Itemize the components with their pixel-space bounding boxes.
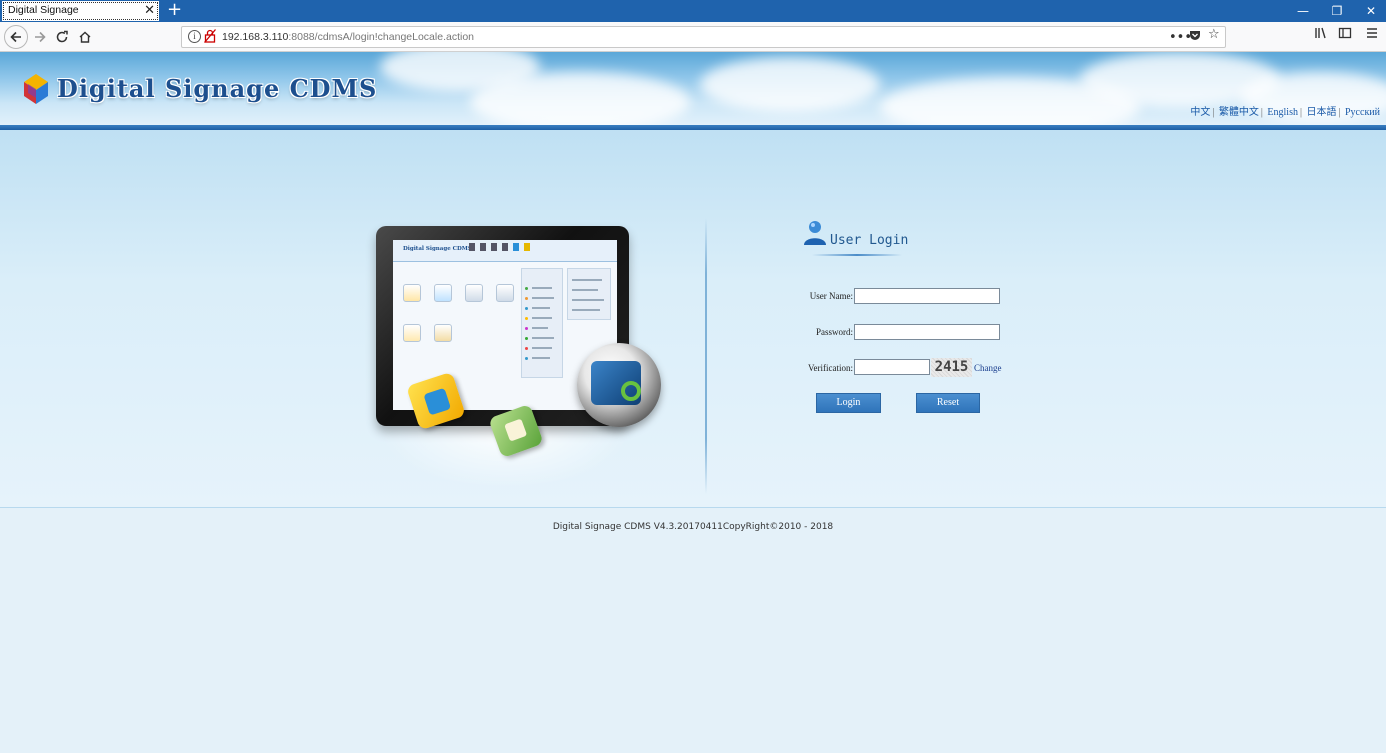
browser-tab[interactable]: Digital Signage ✕ [2, 1, 159, 21]
lang-english[interactable]: English [1267, 107, 1298, 118]
tablet-screen-brand: Digital Signage CDMS [403, 246, 472, 252]
brand-title: Digital Signage CDMS [57, 74, 378, 103]
back-arrow-icon[interactable] [4, 25, 28, 49]
tablet-screen-header: Digital Signage CDMS [393, 240, 617, 262]
main-bottom-divider [0, 507, 1386, 508]
star-icon[interactable]: ☆ [1208, 27, 1220, 42]
new-tab-button[interactable]: + [167, 0, 182, 21]
user-icon [804, 221, 826, 245]
forward-arrow-icon[interactable] [28, 25, 52, 49]
reset-button[interactable]: Reset [916, 393, 980, 413]
browser-nav-bar: i 192.168.3.110:8088/cdmsA/login!changeL… [0, 22, 1386, 52]
password-input[interactable] [854, 324, 1000, 340]
close-window-button[interactable]: ✕ [1354, 0, 1386, 22]
verification-label: Verification: [808, 363, 853, 373]
lang-russian[interactable]: Русский [1345, 107, 1380, 118]
close-tab-icon[interactable]: ✕ [144, 2, 155, 20]
library-icon[interactable] [1314, 26, 1328, 44]
tab-title: Digital Signage [8, 4, 79, 16]
reload-icon[interactable] [50, 25, 74, 49]
change-captcha-link[interactable]: Change [974, 363, 1002, 373]
url-bar[interactable]: i 192.168.3.110:8088/cdmsA/login!changeL… [181, 26, 1226, 48]
brand-logo-icon [24, 74, 48, 104]
home-icon[interactable] [73, 25, 97, 49]
login-button[interactable]: Login [816, 393, 881, 413]
username-input[interactable] [854, 288, 1000, 304]
copyright-footer: Digital Signage CDMS V4.3.20170411CopyRi… [552, 522, 834, 532]
login-main-area [0, 130, 1386, 508]
lang-chinese-simplified[interactable]: 中文 [1190, 107, 1210, 118]
page-header: Digital Signage CDMS 中文 | 繁體中文 | English | … [0, 52, 1386, 125]
monitor-orb-icon [577, 343, 661, 427]
browser-tab-bar: Digital Signage ✕ + — ❐ ✕ [0, 0, 1386, 22]
login-title: User Login [830, 233, 909, 248]
language-switcher: 中文 | 繁體中文 | English | 日本語 | Русский [1190, 107, 1380, 118]
hamburger-menu-icon[interactable] [1366, 26, 1378, 44]
password-label: Password: [815, 327, 853, 337]
insecure-connection-icon[interactable] [204, 29, 216, 46]
restore-window-button[interactable]: ❐ [1320, 0, 1354, 22]
url-text: 192.168.3.110:8088/cdmsA/login!changeLoc… [222, 31, 474, 43]
verification-input[interactable] [854, 359, 930, 375]
sidebar-icon[interactable] [1338, 26, 1352, 44]
login-title-underline [812, 254, 902, 256]
lang-chinese-traditional[interactable]: 繁體中文 [1219, 107, 1259, 118]
captcha-image: 2415 [931, 358, 972, 377]
username-label: User Name: [809, 291, 853, 301]
minimize-window-button[interactable]: — [1286, 0, 1320, 22]
lang-japanese[interactable]: 日本語 [1306, 107, 1336, 118]
url-host: 192.168.3.110 [222, 31, 289, 43]
url-path: :8088/cdmsA/login!changeLocale.action [288, 31, 475, 43]
vertical-divider [705, 218, 707, 494]
info-icon[interactable]: i [188, 30, 201, 43]
pocket-icon[interactable] [1189, 29, 1201, 45]
